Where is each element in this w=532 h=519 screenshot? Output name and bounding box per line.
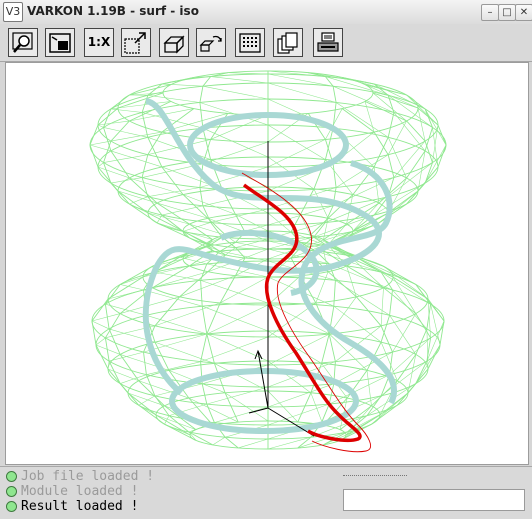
status-led-icon xyxy=(6,471,17,482)
mesh-edge xyxy=(203,86,268,99)
grid-icon xyxy=(238,31,262,55)
mesh-edge xyxy=(148,187,200,196)
mesh-edge xyxy=(416,284,444,321)
mesh-edge xyxy=(120,384,128,393)
mesh-edge xyxy=(139,405,156,415)
mesh-edge xyxy=(432,125,438,163)
rotate-view-icon xyxy=(199,31,223,55)
mesh-edge xyxy=(129,197,147,204)
mesh-edge xyxy=(308,73,374,84)
status-message-text: Module loaded ! xyxy=(21,484,138,499)
auto-scale-button[interactable] xyxy=(121,28,151,57)
status-led-icon xyxy=(6,501,17,512)
window-view-button[interactable] xyxy=(45,28,75,57)
mesh-edge xyxy=(104,127,148,137)
window-view-icon xyxy=(48,31,72,55)
mesh-edge xyxy=(245,249,268,258)
minimize-button[interactable]: – xyxy=(481,4,499,21)
mesh-edge xyxy=(214,407,268,423)
scale-1-to-x-label: 1:X xyxy=(85,35,113,49)
divider xyxy=(343,471,407,476)
mesh-edge xyxy=(238,439,268,448)
mesh-edge xyxy=(228,73,268,74)
grid-button[interactable] xyxy=(235,28,265,57)
graphics-viewport[interactable] xyxy=(5,62,529,465)
title-bar: V3 VARKON 1.19B - surf - iso – □ ✕ xyxy=(0,0,532,25)
mesh-edge xyxy=(211,209,268,222)
toolbar: 1:X xyxy=(0,24,532,62)
mesh-edge xyxy=(90,141,111,145)
mesh-edge xyxy=(381,288,383,326)
mesh-edge xyxy=(98,125,104,127)
status-message-text: Job file loaded ! xyxy=(21,469,154,484)
mesh-edge xyxy=(129,204,148,213)
mesh-edge xyxy=(155,272,201,280)
rotate-view-button[interactable] xyxy=(196,28,226,57)
mesh-edge xyxy=(367,370,371,405)
mesh-edge xyxy=(120,297,179,314)
mesh-edge xyxy=(407,95,438,125)
mesh-edge xyxy=(207,387,268,404)
mesh-edge xyxy=(390,338,431,375)
mesh-edge xyxy=(388,163,432,197)
status-led-icon xyxy=(6,486,17,497)
levels-icon xyxy=(276,31,300,55)
mesh-edge xyxy=(105,304,146,315)
mesh-edge xyxy=(301,214,311,235)
window-title: VARKON 1.19B - surf - iso xyxy=(27,4,199,18)
command-input-field[interactable] xyxy=(343,489,525,511)
mesh-edge xyxy=(180,276,236,297)
mesh-edge xyxy=(90,145,111,151)
mesh-edge xyxy=(201,280,268,303)
varkon-logo-icon[interactable]: V3 xyxy=(3,2,23,22)
print-icon xyxy=(316,31,340,55)
print-button[interactable] xyxy=(313,28,343,57)
mesh-edge xyxy=(148,213,189,224)
status-message-text: Result loaded ! xyxy=(21,499,138,514)
surface-3d-view[interactable] xyxy=(6,63,528,464)
scale-1-to-x-button[interactable]: 1:X xyxy=(84,28,114,57)
perspective-button[interactable] xyxy=(159,28,189,57)
levels-button[interactable] xyxy=(273,28,303,57)
mesh-edge xyxy=(211,77,268,83)
mesh-edge xyxy=(213,437,225,445)
mesh-edge xyxy=(208,218,245,232)
maximize-button[interactable]: □ xyxy=(498,4,516,21)
mesh-edge xyxy=(111,109,142,113)
mesh-edge xyxy=(111,183,118,191)
mesh-edge xyxy=(427,329,428,369)
mesh-edge xyxy=(104,155,148,163)
auto-scale-icon xyxy=(124,31,148,55)
axis-y-line xyxy=(258,351,268,408)
zoom-button[interactable] xyxy=(8,28,38,57)
mesh-edge xyxy=(153,272,208,288)
zoom-icon xyxy=(11,31,35,55)
mesh-edge xyxy=(144,290,203,306)
mesh-edge xyxy=(365,101,374,132)
close-button[interactable]: ✕ xyxy=(515,4,532,21)
mesh-edge xyxy=(311,393,323,425)
mesh-edge xyxy=(148,95,200,102)
status-area: Job file loaded ! Module loaded ! Result… xyxy=(0,466,532,519)
perspective-icon xyxy=(162,31,186,55)
